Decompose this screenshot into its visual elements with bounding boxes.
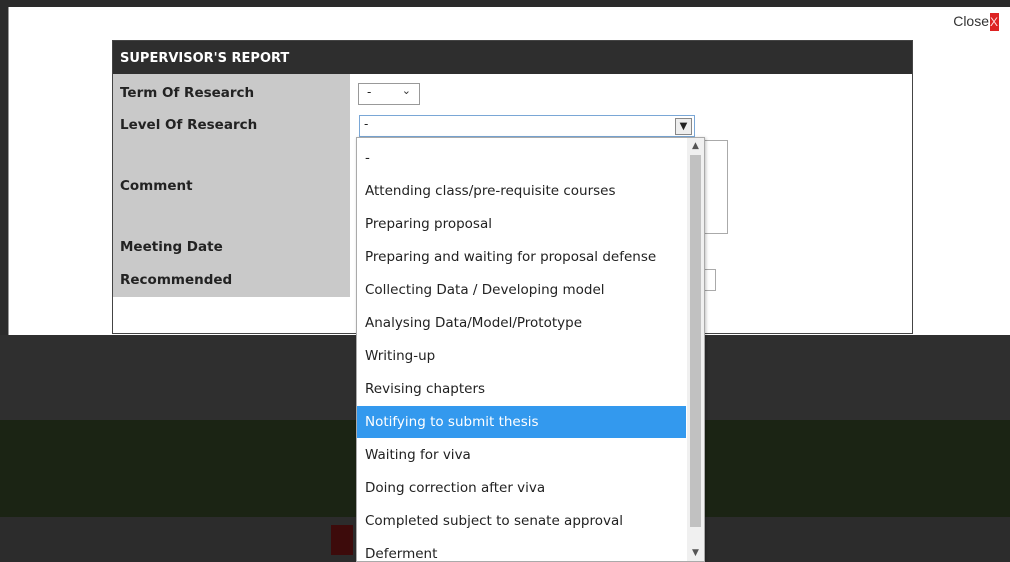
chevron-down-icon[interactable]: ▼ [675,118,692,135]
dropdown-option[interactable]: Collecting Data / Developing model [357,274,686,306]
dropdown-option[interactable]: Writing-up [357,340,686,372]
chevron-down-icon: ⌄ [401,84,411,97]
level-of-research-label: Level Of Research [120,117,258,133]
close-icon[interactable]: X [990,13,999,31]
dropdown-option[interactable]: - [357,142,686,174]
dropdown-option[interactable]: Preparing proposal [357,208,686,240]
dropdown-scrollbar[interactable]: ▲ ▼ [687,138,704,561]
meeting-date-label: Meeting Date [120,239,223,255]
dropdown-option[interactable]: Deferment [357,538,686,561]
report-title: SUPERVISOR'S REPORT [113,41,912,74]
dropdown-option[interactable]: Attending class/pre-requisite courses [357,175,686,207]
term-select-value: - [367,85,372,99]
dropdown-option[interactable]: Waiting for viva [357,439,686,471]
level-of-research-dropdown-list[interactable]: - Attending class/pre-requisite courses Pr… [356,137,705,562]
dropdown-option[interactable]: Completed subject to senate approval [357,505,686,537]
dropdown-option[interactable]: Preparing and waiting for proposal defen… [357,241,686,273]
scroll-up-icon[interactable]: ▲ [687,138,704,154]
dropdown-option[interactable]: Doing correction after viva [357,472,686,504]
close-link[interactable]: Close [953,13,989,29]
term-of-research-select[interactable]: - ⌄ [358,83,420,105]
top-strip [0,0,1010,7]
dropdown-option[interactable]: Notifying to submit thesis [357,406,686,438]
level-select-value: - [364,117,369,131]
level-of-research-select[interactable]: - ▼ [359,115,695,137]
scroll-thumb[interactable] [690,155,701,527]
background-button-fragment [331,525,353,555]
comment-label: Comment [120,178,193,194]
recommended-label: Recommended [120,272,233,288]
dropdown-option[interactable]: Analysing Data/Model/Prototype [357,307,686,339]
term-of-research-label: Term Of Research [120,85,255,101]
scroll-down-icon[interactable]: ▼ [687,545,704,561]
dropdown-option[interactable]: Revising chapters [357,373,686,405]
